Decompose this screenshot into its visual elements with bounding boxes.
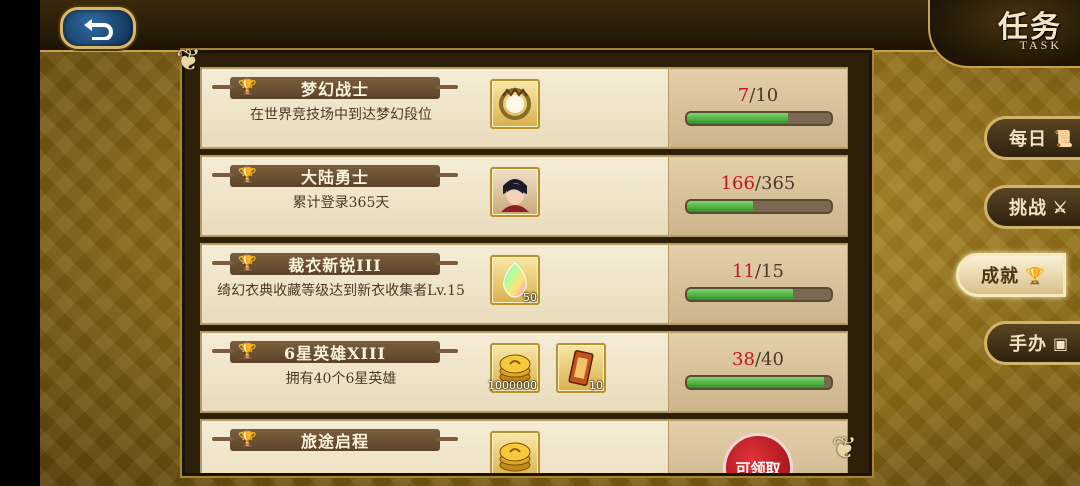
trophy-icon: 🏆 — [238, 78, 257, 96]
task-card: 🏆 梦幻战士 在世界竞技场中到达梦幻段位 7/10 — [200, 67, 848, 149]
back-arrow-icon — [84, 19, 113, 40]
task-card: 🏆 6星英雄XIII 拥有40个6星英雄 1000000 10 38/40 — [200, 331, 848, 413]
task-title: 梦幻战士 — [300, 80, 369, 99]
page-subtitle: TASK — [1019, 38, 1062, 52]
progress-fill — [687, 289, 793, 300]
trophy-icon: 🏆 — [1025, 265, 1046, 285]
figure-icon: ▣ — [1053, 333, 1070, 353]
crossed-swords-icon: ⚔ — [1053, 197, 1069, 217]
task-title: 裁衣新锐III — [288, 256, 382, 275]
progress-total: 40 — [761, 349, 784, 370]
progress-current: 11 — [732, 261, 755, 282]
tab-daily[interactable]: 每日 📜 — [984, 116, 1080, 160]
task-screen: 任务 TASK 🏆 梦幻战士 在世界竞技场中到达梦幻段位 7/10 🏆 大陆勇士… — [40, 0, 1080, 486]
task-title: 大陆勇士 — [300, 168, 369, 187]
tab-label: 挑战 — [1009, 198, 1047, 219]
task-card: 🏆 大陆勇士 累计登录365天 166/365 — [200, 155, 848, 237]
task-description: 拥有40个6星英雄 — [285, 371, 397, 387]
progress-fill — [687, 113, 788, 124]
progress-text: 38/40 — [732, 349, 784, 370]
trophy-icon: 🏆 — [238, 254, 257, 272]
trophy-icon: 🏆 — [238, 430, 257, 448]
progress-area: 166/365 — [668, 157, 847, 235]
task-title-banner: 🏆 梦幻战士 — [212, 77, 458, 99]
progress-bar — [685, 111, 833, 126]
back-button[interactable] — [60, 7, 136, 49]
corner-ornament: ❦ — [176, 43, 202, 78]
reward-item[interactable]: 1000000 — [488, 343, 540, 393]
progress-text: 11/15 — [732, 261, 784, 282]
claim-button[interactable]: 可领取 — [723, 433, 793, 473]
reward-item[interactable] — [490, 167, 540, 217]
reward-count: 10 — [589, 379, 603, 392]
progress-area: 可领取 — [668, 421, 847, 473]
task-description: 绮幻衣典收藏等级达到新衣收集者Lv.15 — [217, 283, 465, 299]
emblem-frame-icon — [499, 87, 531, 120]
trophy-icon: 🏆 — [238, 166, 257, 184]
progress-fill — [687, 377, 824, 388]
corner-ornament: ❦ — [832, 431, 858, 466]
progress-total: 365 — [761, 173, 796, 194]
tab-label: 每日 — [1009, 129, 1047, 150]
progress-bar — [685, 199, 833, 214]
trophy-icon: 🏆 — [238, 342, 257, 360]
task-title: 旅途启程 — [300, 432, 369, 451]
task-description: 累计登录365天 — [292, 195, 390, 211]
gold-coins-icon — [499, 442, 531, 472]
reward-item[interactable]: 10 — [556, 343, 606, 393]
progress-text: 166/365 — [720, 173, 796, 194]
task-title-banner: 🏆 大陆勇士 — [212, 165, 458, 187]
tab-label: 成就 — [981, 266, 1019, 287]
task-card: 🏆 旅途启程 可领取 — [200, 419, 848, 473]
progress-area: 7/10 — [668, 69, 847, 147]
task-title-banner: 🏆 6星英雄XIII — [212, 341, 458, 363]
progress-current: 38 — [732, 349, 755, 370]
progress-current: 166 — [720, 173, 755, 194]
task-card: 🏆 裁衣新锐III 绮幻衣典收藏等级达到新衣收集者Lv.15 50 11/15 — [200, 243, 848, 325]
progress-current: 7 — [737, 85, 750, 106]
reward-count: 50 — [523, 291, 537, 304]
progress-total: 10 — [755, 85, 779, 106]
reward-item[interactable] — [490, 79, 540, 129]
progress-bar — [685, 287, 833, 302]
progress-text: 7/10 — [737, 85, 779, 106]
tab-challenge[interactable]: 挑战 ⚔ — [984, 185, 1080, 229]
tab-figure[interactable]: 手办 ▣ — [984, 321, 1080, 365]
progress-bar — [685, 375, 833, 390]
reward-count: 1000000 — [488, 379, 537, 392]
achievement-list[interactable]: 🏆 梦幻战士 在世界竞技场中到达梦幻段位 7/10 🏆 大陆勇士 累计登录365… — [182, 50, 872, 476]
tab-achievement[interactable]: 成就 🏆 — [956, 253, 1066, 297]
tab-label: 手办 — [1009, 334, 1047, 355]
scroll-icon: 📜 — [1053, 128, 1074, 148]
task-title-banner: 🏆 裁衣新锐III — [212, 253, 458, 275]
progress-area: 38/40 — [668, 333, 847, 411]
task-description: 在世界竞技场中到达梦幻段位 — [250, 107, 432, 123]
hero-portrait-icon — [501, 179, 529, 212]
task-title-banner: 🏆 旅途启程 — [212, 429, 458, 451]
title-emblem: 任务 TASK — [928, 0, 1080, 68]
progress-total: 15 — [761, 261, 784, 282]
progress-area: 11/15 — [668, 245, 847, 323]
reward-item[interactable] — [490, 431, 540, 473]
progress-fill — [687, 201, 753, 212]
reward-item[interactable]: 50 — [490, 255, 540, 305]
task-title: 6星英雄XIII — [283, 344, 386, 363]
